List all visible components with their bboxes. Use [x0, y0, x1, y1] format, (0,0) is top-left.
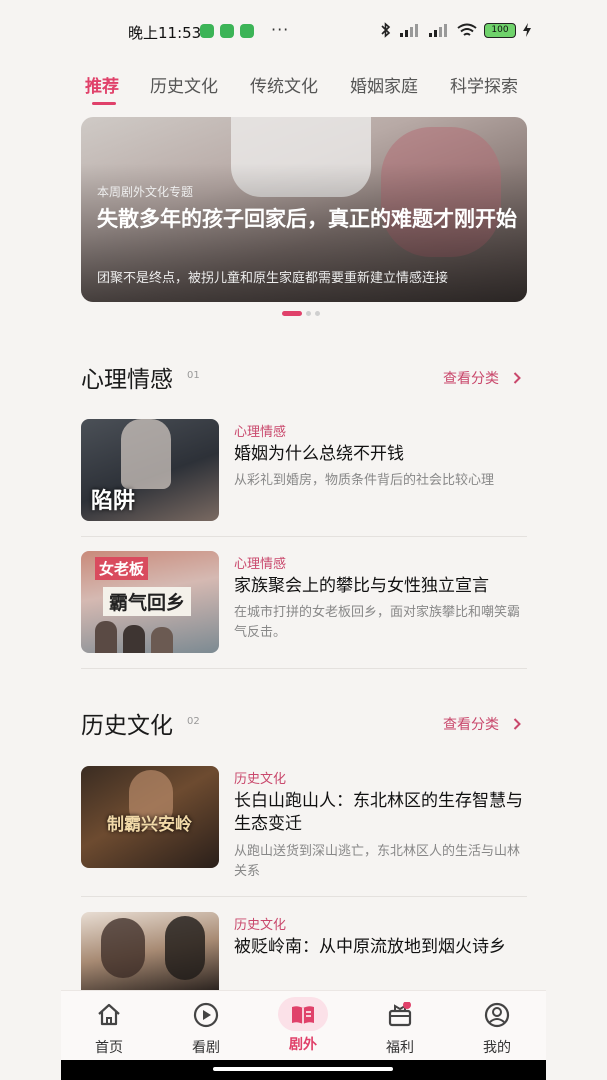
pagination-dot-active[interactable]	[282, 311, 302, 316]
view-category-label: 查看分类	[443, 717, 499, 733]
active-tab-indicator	[92, 102, 116, 105]
view-category-label: 查看分类	[443, 371, 499, 387]
article-card[interactable]: 女老板 霸气回乡 心理情感 家族聚会上的攀比与女性独立宣言 在城市打拼的女老板回…	[81, 551, 527, 655]
banner-title: 失散多年的孩子回家后，真正的难题才刚开始	[97, 207, 517, 231]
charging-icon	[523, 23, 531, 37]
article-title: 婚姻为什么总绕不开钱	[234, 444, 404, 464]
article-thumbnail	[81, 912, 219, 990]
nav-label: 首页	[95, 1040, 123, 1056]
divider	[81, 668, 527, 669]
article-description: 从跑山送货到深山逃亡，东北林区人的生活与山林关系	[234, 844, 521, 879]
banner-pagination	[282, 311, 320, 316]
section-title: 历史文化	[81, 713, 173, 739]
more-status-icon: ···	[271, 20, 290, 39]
article-card[interactable]: 历史文化 被贬岭南：从中原流放地到烟火诗乡	[81, 912, 527, 990]
tab-marriage-family[interactable]: 婚姻家庭	[350, 72, 418, 97]
category-tabs: 推荐 历史文化 传统文化 婚姻家庭 科学探索	[85, 72, 607, 112]
home-icon	[98, 1003, 120, 1026]
signal-icon	[400, 24, 418, 37]
tab-traditional-culture[interactable]: 传统文化	[250, 72, 318, 97]
battery-icon: 100	[484, 22, 516, 38]
view-category-button[interactable]: 查看分类	[443, 714, 521, 734]
nav-item-profile[interactable]: 我的	[457, 999, 537, 1057]
bottom-navigation: 首页 看剧 剧外 福利 我的	[61, 990, 546, 1060]
bluetooth-icon	[381, 22, 391, 38]
banner-subtitle: 团聚不是终点，被拐儿童和原生家庭都需要重新建立情感连接	[97, 271, 449, 286]
nav-item-home[interactable]: 首页	[69, 999, 149, 1057]
nav-item-watch[interactable]: 看剧	[166, 999, 246, 1057]
chevron-right-icon	[513, 372, 521, 384]
pagination-dot[interactable]	[306, 311, 311, 316]
thumbnail-caption: 陷阱	[91, 489, 136, 514]
article-description: 在城市打拼的女老板回乡，面对家族攀比和嘲笑霸气反击。	[234, 605, 521, 640]
gift-icon	[388, 1001, 412, 1027]
divider	[81, 536, 527, 537]
status-app-icons	[200, 24, 254, 38]
article-thumbnail: 制霸兴安岭	[81, 766, 219, 868]
section-title: 心理情感	[81, 367, 173, 393]
phone-icon	[240, 24, 254, 38]
wechat-icon	[200, 24, 214, 38]
pagination-dot[interactable]	[315, 311, 320, 316]
profile-icon	[484, 1002, 510, 1028]
chevron-right-icon	[513, 718, 521, 730]
play-icon	[193, 1002, 219, 1028]
home-indicator[interactable]	[213, 1067, 393, 1071]
nav-label: 福利	[386, 1040, 414, 1056]
section-number: 02	[187, 716, 200, 727]
status-bar: 晚上11:53 ··· 100	[0, 0, 607, 62]
article-title: 被贬岭南：从中原流放地到烟火诗乡	[234, 937, 506, 957]
nav-label: 看剧	[192, 1040, 220, 1056]
article-category: 历史文化	[234, 918, 287, 933]
signal-icon-2	[429, 24, 447, 37]
tab-recommend[interactable]: 推荐	[85, 72, 119, 97]
book-icon	[292, 1006, 314, 1024]
section-header-history: 历史文化 02 查看分类	[81, 706, 527, 742]
featured-banner[interactable]: 本周剧外文化专题 失散多年的孩子回家后，真正的难题才刚开始 团聚不是终点，被拐儿…	[81, 117, 527, 302]
view-category-button[interactable]: 查看分类	[443, 368, 521, 388]
nav-item-beyond[interactable]: 剧外	[263, 997, 343, 1054]
thumbnail-caption: 制霸兴安岭	[107, 815, 192, 835]
article-thumbnail: 女老板 霸气回乡	[81, 551, 219, 653]
article-card[interactable]: 制霸兴安岭 历史文化 长白山跑山人：东北林区的生存智慧与生态变迁 从跑山送货到深…	[81, 766, 527, 879]
article-card[interactable]: 陷阱 心理情感 婚姻为什么总绕不开钱 从彩礼到婚房，物质条件背后的社会比较心理	[81, 419, 527, 523]
status-right: 100	[380, 22, 531, 38]
banner-kicker: 本周剧外文化专题	[97, 185, 194, 199]
article-category: 心理情感	[234, 425, 287, 440]
article-title: 长白山跑山人：东北林区的生存智慧与生态变迁	[234, 791, 523, 834]
shield-icon	[220, 24, 234, 38]
thumbnail-tag: 女老板	[95, 557, 149, 580]
tab-history-culture[interactable]: 历史文化	[150, 72, 218, 97]
article-category: 心理情感	[234, 557, 287, 572]
article-title: 家族聚会上的攀比与女性独立宣言	[234, 576, 489, 596]
divider	[81, 896, 527, 897]
nav-item-welfare[interactable]: 福利	[360, 999, 440, 1057]
nav-label: 我的	[483, 1040, 511, 1056]
section-header-psychology: 心理情感 01 查看分类	[81, 360, 527, 396]
wifi-icon	[457, 23, 477, 36]
status-time: 晚上11:53	[128, 24, 202, 42]
article-thumbnail: 陷阱	[81, 419, 219, 521]
article-description: 从彩礼到婚房，物质条件背后的社会比较心理	[234, 473, 495, 488]
nav-label: 剧外	[289, 1037, 317, 1053]
thumbnail-caption: 霸气回乡	[103, 587, 192, 616]
section-number: 01	[187, 370, 200, 381]
tab-science-explore[interactable]: 科学探索	[450, 72, 518, 97]
article-category: 历史文化	[234, 772, 287, 787]
